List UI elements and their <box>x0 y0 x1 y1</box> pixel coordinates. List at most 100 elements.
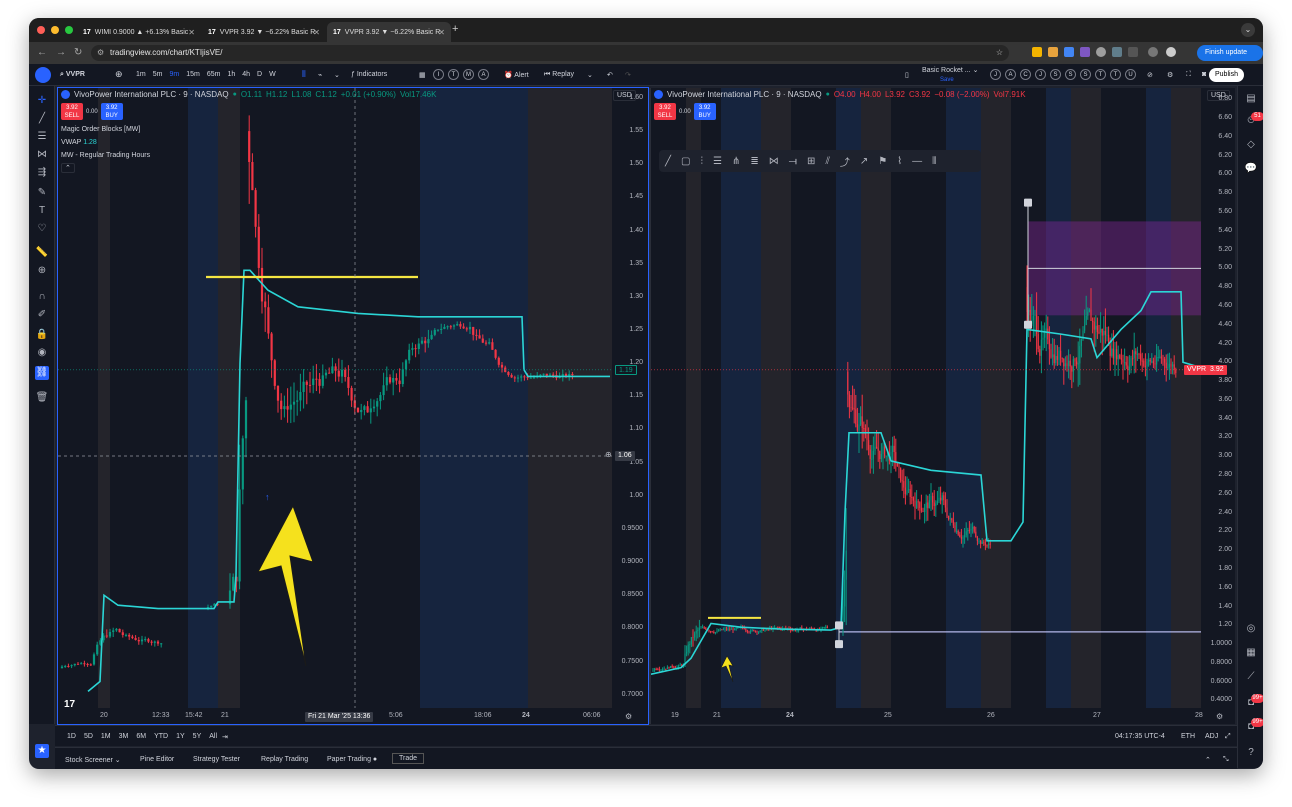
chart-style-dropdown-icon[interactable]: ⌄ <box>334 71 340 79</box>
chat-icon[interactable]: 💬 <box>1244 162 1258 176</box>
extension-icon[interactable] <box>1096 47 1106 57</box>
ruler-icon[interactable]: 📏 <box>35 246 49 260</box>
trend-line-icon[interactable]: ╱ <box>35 112 49 126</box>
extension-icon[interactable] <box>1064 47 1074 57</box>
right-chart-title[interactable]: VivoPower International PLC · 9 · NASDAQ <box>667 90 822 99</box>
range-5D[interactable]: 5D <box>84 733 93 740</box>
crosshair-icon[interactable]: ✛ <box>35 94 49 108</box>
chart-settings-gear-icon[interactable]: ⚙ <box>1216 712 1223 721</box>
magnet-icon[interactable]: ∩ <box>35 290 49 304</box>
screenshot-camera-icon[interactable]: ◙ <box>1202 71 1206 78</box>
extensions-puzzle-icon[interactable] <box>1128 47 1138 57</box>
profile-icon[interactable] <box>1148 47 1158 57</box>
tab-search-button[interactable]: ⌄ <box>1241 23 1255 37</box>
close-window-button[interactable] <box>37 26 45 34</box>
left-chart-pane[interactable]: VivoPower International PLC · 9 · NASDAQ… <box>57 87 649 725</box>
layers-icon[interactable]: ◇ <box>1244 138 1258 152</box>
settings-gear-icon[interactable]: ⚙ <box>1167 71 1173 79</box>
compare-symbol-icon[interactable]: ⊕ <box>115 69 123 80</box>
panel-tab-paper-trading[interactable]: Paper Trading ● <box>327 756 377 763</box>
left-buy-button[interactable]: 3.92 BUY <box>100 103 123 120</box>
horizontal-ray-tool-icon[interactable]: ⟞ <box>789 156 797 167</box>
pitchfork-tool-icon[interactable]: ⋔ <box>732 156 740 167</box>
favorite-shortcut-5[interactable]: S <box>1065 69 1076 80</box>
minimize-window-button[interactable] <box>51 26 59 34</box>
forward-icon[interactable]: → <box>56 47 66 58</box>
layout-name-button[interactable]: Basic Rocket ... ⌄ Save <box>922 66 978 85</box>
lock-icon[interactable]: 🔒 <box>35 328 49 342</box>
indicator-vwap[interactable]: VWAP 1.28 <box>61 139 97 146</box>
star-watchlist-icon[interactable]: ★ <box>35 744 49 758</box>
indicator-shortcut-0[interactable]: I <box>433 69 444 80</box>
indicator-order-blocks[interactable]: Magic Order Blocks [MW] <box>61 126 140 133</box>
left-chart-title[interactable]: VivoPower International PLC · 9 · NASDAQ <box>74 90 229 99</box>
extension-icon[interactable] <box>1048 47 1058 57</box>
text-icon[interactable]: T <box>35 204 49 218</box>
trash-icon[interactable]: 🗑 <box>35 391 49 405</box>
favorite-shortcut-1[interactable]: A <box>1005 69 1016 80</box>
brush-icon[interactable]: ✎ <box>35 186 49 200</box>
close-tab-icon[interactable]: ✕ <box>188 28 195 37</box>
browser-tab-3[interactable]: 17 VVPR 3.92 ▼ −6.22% Basic R ✕ <box>327 22 451 42</box>
line-tool-icon[interactable]: — <box>912 156 922 167</box>
interval-9m[interactable]: 9m <box>169 71 179 78</box>
quick-search-icon[interactable]: ⊘ <box>1147 71 1153 79</box>
right-sell-button[interactable]: 3.92 SELL <box>654 103 676 120</box>
range-6M[interactable]: 6M <box>136 733 146 740</box>
range-5Y[interactable]: 5Y <box>193 733 202 740</box>
browser-tab-1[interactable]: 17 WIMI 0.9000 ▲ +6.13% Basic ✕ <box>77 22 201 42</box>
range-1D[interactable]: 1D <box>67 733 76 740</box>
interval-D[interactable]: D <box>257 71 262 78</box>
range-3M[interactable]: 3M <box>119 733 129 740</box>
user-menu-icon[interactable] <box>35 67 51 83</box>
range-1Y[interactable]: 1Y <box>176 733 185 740</box>
left-chart-canvas[interactable] <box>58 88 648 724</box>
replay-dropdown-icon[interactable]: ⌄ <box>587 71 593 79</box>
right-time-axis[interactable]: 19 21 24 25 26 27 28 <box>651 708 1235 724</box>
pattern-icon[interactable]: ⋈ <box>35 148 49 162</box>
heart-icon[interactable]: ♡ <box>35 222 49 236</box>
templates-icon[interactable]: ▦ <box>419 71 426 79</box>
indicator-trading-hours[interactable]: MW - Regular Trading Hours <box>61 152 150 159</box>
target-icon[interactable]: ◎ <box>1244 622 1258 636</box>
fib-tool-icon[interactable]: ☰ <box>713 156 722 167</box>
panel-tab-trade[interactable]: Trade <box>392 753 425 764</box>
publish-button[interactable]: Publish <box>1209 68 1244 82</box>
stay-drawing-icon[interactable]: ✐ <box>35 308 49 322</box>
right-price-axis[interactable]: 6.80 6.60 6.40 6.20 6.00 5.80 5.60 5.40 5.20 5.00… <box>1201 88 1235 708</box>
candles-chart-type-icon[interactable]: ⫴ <box>302 69 306 80</box>
collapse-legend-icon[interactable]: ⌃ <box>61 163 75 173</box>
favorite-shortcut-9[interactable]: U <box>1125 69 1136 80</box>
favorite-shortcut-4[interactable]: S <box>1050 69 1061 80</box>
range-1M[interactable]: 1M <box>101 733 111 740</box>
chart-analysis-icon[interactable]: ⟋ <box>1244 670 1258 684</box>
right-chart-pane[interactable]: VivoPower International PLC · 9 · NASDAQ… <box>649 88 1235 724</box>
channel-tool-icon[interactable]: ≣ <box>750 156 758 167</box>
finish-update-button[interactable]: Finish update ⋮ <box>1197 45 1263 72</box>
bars-chart-type-icon[interactable]: ⌁ <box>318 71 322 79</box>
browser-tab-2[interactable]: 17 VVPR 3.92 ▼ −6.22% Basic R ✕ <box>202 22 326 42</box>
site-info-icon[interactable]: ⚙ <box>97 45 104 61</box>
zoom-in-icon[interactable]: ⊕ <box>35 264 49 278</box>
close-tab-icon[interactable]: ✕ <box>313 28 320 37</box>
collapse-panel-icon[interactable]: ⌃ <box>1205 756 1211 764</box>
indicator-shortcut-1[interactable]: T <box>448 69 459 80</box>
trend-line-tool-icon[interactable]: ╱ <box>665 156 671 167</box>
left-sell-button[interactable]: 3.92 SELL <box>61 103 83 120</box>
add-alert-plus-icon[interactable]: ⊕ <box>605 450 612 459</box>
calendar-icon[interactable]: ▦ <box>1244 646 1258 660</box>
range-YTD[interactable]: YTD <box>154 733 168 740</box>
panel-tab-stock-screener[interactable]: Stock Screener ⌄ <box>65 756 121 764</box>
favorite-shortcut-7[interactable]: T <box>1095 69 1106 80</box>
favorite-shortcut-6[interactable]: S <box>1080 69 1091 80</box>
fullscreen-icon[interactable]: ⛶ <box>1186 71 1191 79</box>
goto-date-icon[interactable]: ⇥ <box>222 733 228 741</box>
link-icon[interactable]: ⛓ <box>35 366 49 380</box>
close-tab-icon[interactable]: ✕ <box>438 28 445 37</box>
adjust-toggle[interactable]: ADJ <box>1205 733 1218 740</box>
maximize-panel-icon[interactable]: ⤡ <box>1223 756 1229 764</box>
panel-tab-replay-trading[interactable]: Replay Trading <box>261 756 308 763</box>
fib-retracement-icon[interactable]: ☰ <box>35 130 49 144</box>
bars-pattern-tool-icon[interactable]: ⫴ <box>932 156 936 167</box>
extension-icon[interactable] <box>1112 47 1122 57</box>
